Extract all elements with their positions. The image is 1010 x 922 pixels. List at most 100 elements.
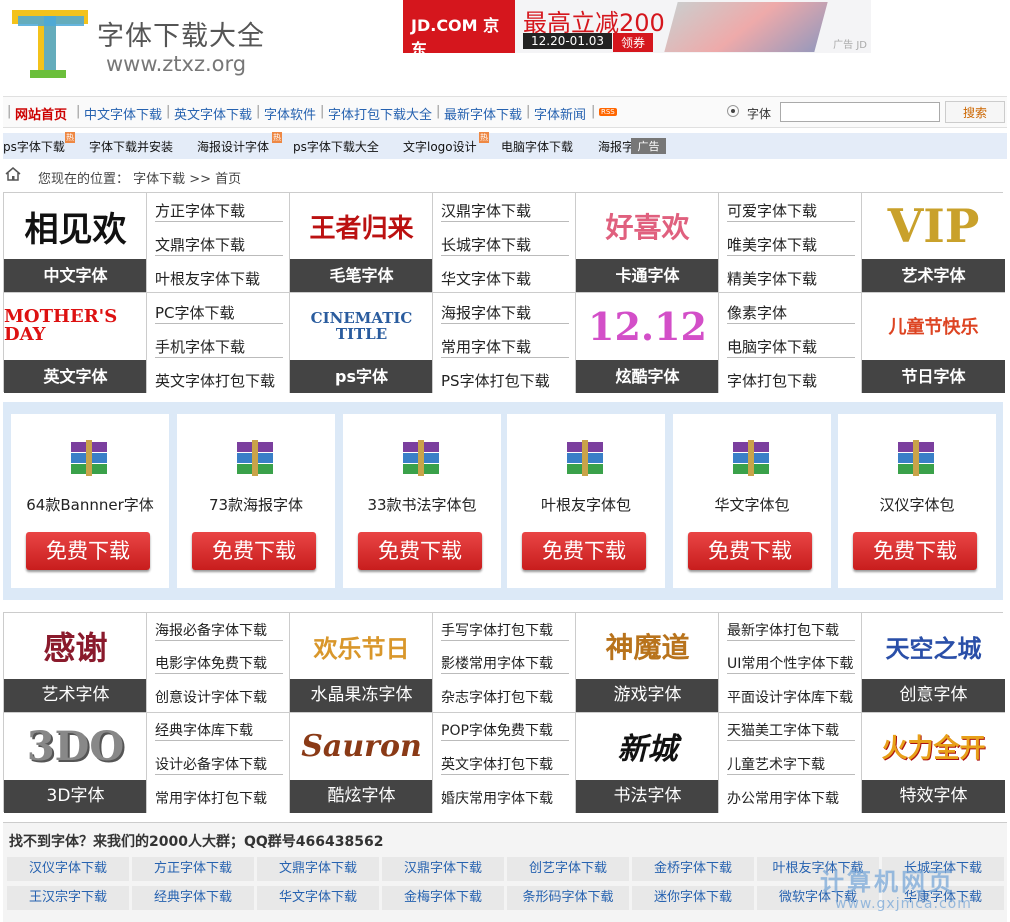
- font-link[interactable]: 电脑字体下载: [727, 336, 855, 358]
- tag-link[interactable]: ps字体下载: [3, 138, 65, 155]
- font-link[interactable]: PS字体打包下载: [441, 370, 569, 391]
- category-cartoon[interactable]: 好喜欢 卡通字体: [576, 193, 719, 293]
- font-link[interactable]: 唯美字体下载: [727, 234, 855, 256]
- category-art-fonts[interactable]: VIP 艺术字体: [862, 193, 1005, 293]
- category-label[interactable]: 水晶果冻字体: [290, 679, 432, 712]
- category-brush[interactable]: 王者归来 毛笔字体: [290, 193, 433, 293]
- font-link[interactable]: 最新字体打包下载: [727, 620, 855, 641]
- category-game[interactable]: 神魔道 游戏字体: [576, 613, 719, 713]
- download-button[interactable]: 免费下载: [192, 532, 316, 570]
- font-link[interactable]: 英文字体打包下载: [155, 370, 283, 391]
- category-calligraphy[interactable]: 新城 书法字体: [576, 713, 719, 813]
- search-button[interactable]: 搜索: [945, 101, 1005, 123]
- font-link[interactable]: 手写字体打包下载: [441, 620, 569, 641]
- font-link[interactable]: 天猫美工字体下载: [727, 720, 855, 741]
- category-label[interactable]: 创意字体: [862, 679, 1005, 712]
- bottom-link[interactable]: 华文字体下载: [257, 886, 379, 910]
- download-button[interactable]: 免费下载: [853, 532, 977, 570]
- download-title[interactable]: 73款海报字体: [177, 494, 335, 515]
- nav-home[interactable]: 网站首页: [15, 104, 67, 123]
- bottom-link[interactable]: 金梅字体下载: [382, 886, 504, 910]
- category-art-style[interactable]: 感谢 艺术字体: [4, 613, 147, 713]
- font-link[interactable]: 字体打包下载: [727, 370, 855, 391]
- category-label[interactable]: 艺术字体: [862, 259, 1005, 292]
- bottom-link[interactable]: 王汉宗字下载: [7, 886, 129, 910]
- category-label[interactable]: 炫酷字体: [576, 360, 718, 393]
- tag-link[interactable]: 文字logo设计: [403, 138, 477, 155]
- font-link[interactable]: 长城字体下载: [441, 234, 569, 256]
- category-creative[interactable]: 天空之城 创意字体: [862, 613, 1005, 713]
- rss-icon[interactable]: RSS: [599, 108, 617, 116]
- download-button[interactable]: 免费下载: [522, 532, 646, 570]
- nav-font-news[interactable]: 字体新闻: [534, 104, 586, 123]
- font-link[interactable]: 文鼎字体下载: [155, 234, 283, 256]
- font-link[interactable]: 平面设计字体库下载: [727, 687, 855, 707]
- category-crystal[interactable]: 欢乐节日 水晶果冻字体: [290, 613, 433, 713]
- category-label[interactable]: 酷炫字体: [290, 780, 432, 813]
- font-link[interactable]: 常用字体打包下载: [155, 788, 283, 808]
- archive-icon[interactable]: [235, 440, 275, 476]
- font-link[interactable]: 电影字体免费下载: [155, 653, 283, 674]
- home-icon[interactable]: [5, 167, 21, 181]
- category-cool[interactable]: 12.12 炫酷字体: [576, 293, 719, 393]
- font-link[interactable]: 手机字体下载: [155, 336, 283, 358]
- font-link[interactable]: 儿童艺术字下载: [727, 754, 855, 775]
- bottom-link[interactable]: 经典字体下载: [132, 886, 254, 910]
- tag-link[interactable]: 字体下载并安装: [89, 138, 173, 155]
- font-link[interactable]: 常用字体下载: [441, 336, 569, 358]
- font-link[interactable]: 创意设计字体下载: [155, 687, 283, 707]
- nav-chinese-fonts[interactable]: 中文字体下载: [84, 104, 162, 123]
- font-link[interactable]: 华文字体下载: [441, 268, 569, 289]
- archive-icon[interactable]: [401, 440, 441, 476]
- category-label[interactable]: 中文字体: [4, 259, 146, 292]
- font-link[interactable]: PC字体下载: [155, 302, 283, 324]
- nav-english-fonts[interactable]: 英文字体下载: [174, 104, 252, 123]
- category-label[interactable]: 毛笔字体: [290, 259, 432, 292]
- bottom-link[interactable]: 金桥字体下载: [632, 857, 754, 881]
- nav-font-packs[interactable]: 字体打包下载大全: [328, 104, 432, 123]
- bottom-link[interactable]: 文鼎字体下载: [257, 857, 379, 881]
- tag-link[interactable]: 海报设计字体: [197, 138, 269, 155]
- category-label[interactable]: 游戏字体: [576, 679, 718, 712]
- download-title[interactable]: 64款Bannner字体: [11, 494, 169, 515]
- font-link[interactable]: 叶根友字体下载: [155, 268, 283, 289]
- font-link[interactable]: 办公常用字体下载: [727, 788, 855, 808]
- category-label[interactable]: ps字体: [290, 360, 432, 393]
- category-holiday[interactable]: 儿童节快乐 节日字体: [862, 293, 1005, 393]
- nav-latest-fonts[interactable]: 最新字体下载: [444, 104, 522, 123]
- category-effects[interactable]: 火力全开 特效字体: [862, 713, 1005, 813]
- bottom-link[interactable]: 汉鼎字体下载: [382, 857, 504, 881]
- category-label[interactable]: 艺术字体: [4, 679, 146, 712]
- download-title[interactable]: 汉仪字体包: [838, 494, 996, 515]
- archive-icon[interactable]: [896, 440, 936, 476]
- download-button[interactable]: 免费下载: [688, 532, 812, 570]
- download-button[interactable]: 免费下载: [26, 532, 150, 570]
- category-3d[interactable]: 3DO 3D字体: [4, 713, 147, 813]
- ad-coupon-button[interactable]: 领券: [613, 33, 654, 52]
- category-label[interactable]: 节日字体: [862, 360, 1005, 393]
- category-chinese[interactable]: 相见欢 中文字体: [4, 193, 147, 293]
- font-link[interactable]: POP字体免费下载: [441, 720, 569, 741]
- bottom-link[interactable]: 条形码字体下载: [507, 886, 629, 910]
- download-title[interactable]: 华文字体包: [673, 494, 831, 515]
- download-title[interactable]: 叶根友字体包: [507, 494, 665, 515]
- font-link[interactable]: 像素字体: [727, 302, 855, 324]
- font-link[interactable]: 杂志字体打包下载: [441, 687, 569, 707]
- search-type-radio[interactable]: [727, 105, 739, 117]
- site-url[interactable]: www.ztxz.org: [106, 52, 246, 76]
- category-english[interactable]: MOTHER'S DAY 英文字体: [4, 293, 147, 393]
- tag-link[interactable]: 海报字: [598, 138, 634, 155]
- search-input[interactable]: [780, 102, 940, 122]
- bottom-link[interactable]: 迷你字体下载: [632, 886, 754, 910]
- font-link[interactable]: 汉鼎字体下载: [441, 200, 569, 222]
- category-label[interactable]: 3D字体: [4, 780, 146, 813]
- font-link[interactable]: 婚庆常用字体下载: [441, 788, 569, 808]
- category-cool-style[interactable]: Sauron 酷炫字体: [290, 713, 433, 813]
- category-label[interactable]: 书法字体: [576, 780, 718, 813]
- nav-font-software[interactable]: 字体软件: [264, 104, 316, 123]
- ad-banner[interactable]: JD.COM 京东 最高立减200 12.20-01.03 领券 广告 JD: [403, 0, 871, 53]
- archive-icon[interactable]: [565, 440, 605, 476]
- archive-icon[interactable]: [731, 440, 771, 476]
- font-link[interactable]: 经典字体库下载: [155, 720, 283, 741]
- font-link[interactable]: 精美字体下载: [727, 268, 855, 289]
